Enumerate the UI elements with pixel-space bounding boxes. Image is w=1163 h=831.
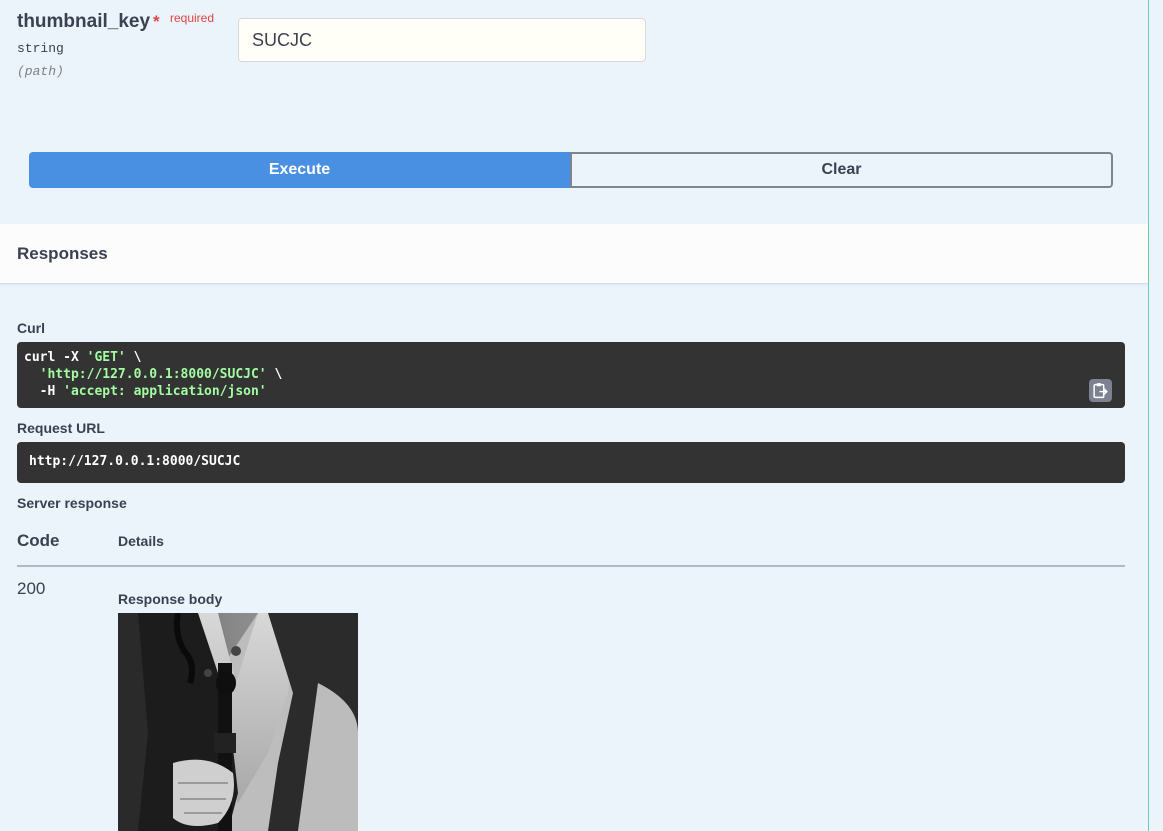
responses-title: Responses [17,244,108,263]
server-response-label: Server response [17,495,127,511]
request-url-value[interactable]: http://127.0.0.1:8000/SUCJC [17,442,1125,483]
table-header-divider [17,565,1125,567]
right-border-accent [1148,0,1149,831]
required-star: * [153,12,160,31]
curl-line-3: -H 'accept: application/json' [24,384,267,399]
parameter-type: string [17,41,64,56]
thumbnail-key-input[interactable] [238,18,646,62]
request-url-label: Request URL [17,420,105,436]
response-status-code: 200 [17,579,46,598]
clear-button[interactable]: Clear [570,152,1113,188]
code-column-header: Code [17,531,60,550]
execute-button[interactable]: Execute [29,152,570,188]
details-column-header: Details [118,533,164,549]
parameter-name: thumbnail_key * [17,11,160,32]
parameter-location: (path) [17,64,64,79]
parameters-section: thumbnail_key* required string (path) Ex… [0,0,1148,224]
response-body-label: Response body [118,591,223,607]
curl-code-block[interactable]: curl -X 'GET' \ 'http://127.0.0.1:8000/S… [17,342,1125,408]
curl-label: Curl [17,320,45,336]
curl-line-1: curl -X 'GET' \ [24,350,142,365]
execute-clear-button-group: Execute Clear [29,152,1113,188]
responses-header [0,224,1148,284]
clipboard-copy-icon[interactable] [1089,379,1112,402]
response-body-image [118,613,358,831]
required-label: required [170,11,215,25]
curl-line-2: 'http://127.0.0.1:8000/SUCJC' \ [39,367,283,382]
